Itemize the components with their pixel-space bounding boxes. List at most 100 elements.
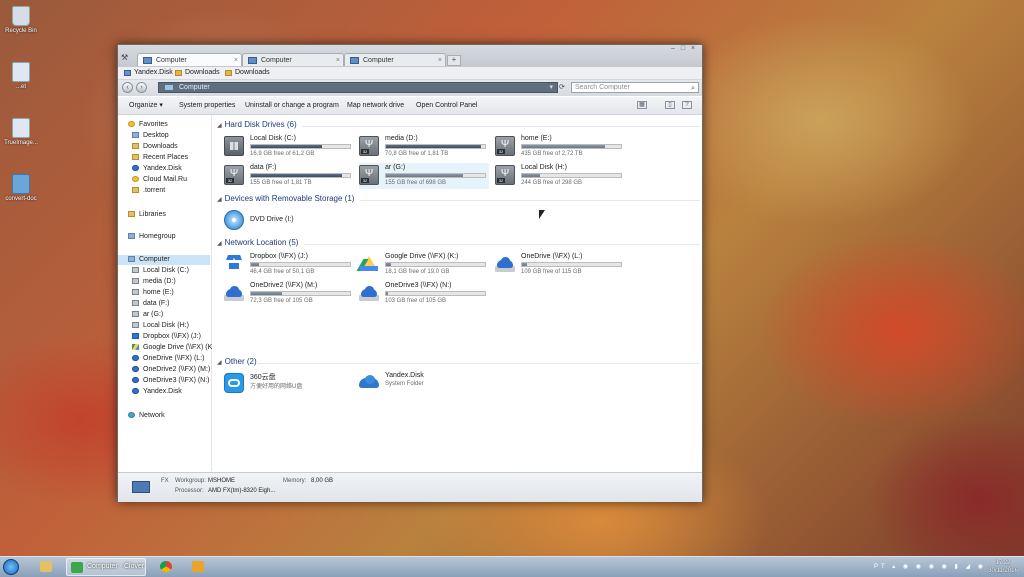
nav-torrent[interactable]: .torrent (132, 186, 165, 196)
drive-item-f[interactable]: Ψ 32 data (F:) 155 GB free of 1,81 TB (224, 163, 354, 189)
open-control-panel-button[interactable]: Open Control Panel (416, 97, 477, 114)
collapse-arrow-icon: ◢ (217, 123, 222, 129)
nav-homegroup[interactable]: Homegroup (128, 232, 176, 242)
onedrive-icon (132, 366, 139, 372)
recent-places-icon (132, 154, 139, 160)
network-item-onedrive3[interactable]: OneDrive3 (\\FX) (N:) 103 GB free of 105… (359, 281, 489, 307)
nav-drive-h[interactable]: Local Disk (H:) (132, 321, 189, 331)
clock[interactable]: 17:22 30/11/2016 (988, 559, 1018, 575)
nav-drive-d[interactable]: media (D:) (132, 277, 176, 287)
nav-desktop[interactable]: Desktop (132, 131, 169, 141)
title-bar: ⚒ Computer × Computer × Computer × + – □ × (118, 45, 702, 67)
onedrive-icon (132, 377, 139, 383)
cloud-360-icon (224, 373, 244, 393)
tab-computer-1[interactable]: Computer × (137, 53, 242, 66)
network-item-onedrive[interactable]: OneDrive (\\FX) (L:) 109 GB free of 115 … (495, 252, 625, 278)
star-icon (128, 121, 135, 127)
folder-icon (225, 70, 232, 76)
section-other[interactable]: ◢ Other (2) (217, 357, 257, 369)
computer-icon (350, 57, 359, 64)
taskbar-explorer[interactable] (36, 558, 58, 576)
favorite-yandex-disk[interactable]: Yandex.Disk (123, 67, 173, 79)
usage-bar (385, 144, 486, 149)
drive-item-h[interactable]: Ψ 32 Local Disk (H:) 244 GB free of 298 G… (495, 163, 625, 189)
help-icon[interactable]: ? (682, 101, 692, 109)
computer-icon (132, 481, 150, 493)
usage-bar (250, 291, 351, 296)
taskbar-chrome[interactable] (156, 558, 178, 576)
usage-bar (385, 173, 486, 178)
search-input[interactable]: Search Computer ⌕ (571, 82, 699, 93)
minimize-icon[interactable]: – (668, 45, 678, 52)
section-network-location[interactable]: ◢ Network Location (5) (217, 238, 298, 250)
nav-recent-places[interactable]: Recent Places (132, 153, 188, 163)
computer-icon (165, 85, 173, 90)
tab-computer-3[interactable]: Computer × (344, 53, 446, 66)
nav-downloads[interactable]: Downloads (132, 142, 178, 152)
map-network-drive-button[interactable]: Map network drive (347, 97, 404, 114)
chevron-down-icon[interactable]: ▾ (549, 83, 553, 92)
nav-yandex-disk-2[interactable]: Yandex.Disk (132, 387, 182, 397)
taskbar-computer-clover[interactable]: Computer - Clover (66, 558, 146, 576)
other-item-360-cloud[interactable]: 360云盘 方便好用的网络U盘 (224, 371, 354, 397)
nav-yandex-disk[interactable]: Yandex.Disk (132, 164, 182, 174)
back-button[interactable]: ‹ (122, 82, 133, 93)
maximize-icon[interactable]: □ (678, 45, 688, 52)
organize-button[interactable]: Organize ▾ (129, 97, 163, 114)
dvd-drive-icon (224, 210, 244, 230)
nav-onedrive[interactable]: OneDrive (\\FX) (L:) (132, 354, 204, 364)
nav-drive-f[interactable]: data (F:) (132, 299, 169, 309)
search-icon[interactable]: ⌕ (691, 84, 695, 93)
nav-onedrive2[interactable]: OneDrive2 (\\FX) (M:) (132, 365, 210, 375)
command-bar: Organize ▾ System properties Uninstall o… (118, 97, 702, 115)
desktop-icon-folder[interactable]: convert-doc (4, 174, 38, 202)
start-button[interactable] (3, 559, 19, 575)
desktop-icon-file[interactable]: ...et (4, 62, 38, 90)
nav-dropbox[interactable]: Dropbox (\\FX) (J:) (132, 332, 201, 342)
section-removable-storage[interactable]: ◢ Devices with Removable Storage (1) (217, 194, 354, 206)
drive-item-g[interactable]: Ψ 32 ar (G:) 155 GB free of 698 GB (359, 163, 489, 189)
usb-drive-icon: Ψ 32 (224, 165, 244, 185)
nav-cloud-mail[interactable]: Cloud Mail.Ru (132, 175, 187, 185)
system-properties-button[interactable]: System properties (179, 97, 235, 114)
preview-pane-icon[interactable]: ▯ (665, 101, 675, 109)
drive-icon (132, 311, 139, 317)
close-tab-icon[interactable]: × (438, 54, 442, 67)
drive-icon (132, 300, 139, 306)
new-tab-button[interactable]: + (447, 55, 461, 66)
nav-google-drive[interactable]: Google Drive (\\FX) (K:) (132, 343, 217, 353)
nav-onedrive3[interactable]: OneDrive3 (\\FX) (N:) (132, 376, 210, 386)
nav-network[interactable]: Network (128, 411, 165, 421)
network-item-dropbox[interactable]: Dropbox (\\FX) (J:) 46,4 GB free of 50,1… (224, 252, 354, 278)
drive-item-e[interactable]: Ψ 32 home (E:) 435 GB free of 2,72 TB (495, 134, 625, 160)
favorite-downloads-2[interactable]: Downloads (224, 67, 270, 79)
nav-libraries[interactable]: Libraries (128, 210, 166, 220)
network-item-google-drive[interactable]: Google Drive (\\FX) (K:) 18,1 GB free of… (356, 252, 489, 278)
desktop-icon-recycle-bin[interactable]: Recycle Bin (4, 6, 38, 34)
nav-favorites[interactable]: Favorites (128, 120, 168, 130)
close-tab-icon[interactable]: × (234, 54, 238, 67)
taskbar-media[interactable] (188, 558, 210, 576)
address-field[interactable]: Computer ▾ (158, 82, 558, 93)
close-tab-icon[interactable]: × (336, 54, 340, 67)
tab-computer-2[interactable]: Computer × (242, 53, 344, 66)
drive-item-c[interactable]: Local Disk (C:) 16,9 GB free of 61,2 GB (224, 134, 354, 160)
favorite-downloads-1[interactable]: Downloads (174, 67, 220, 79)
uninstall-program-button[interactable]: Uninstall or change a program (245, 97, 339, 114)
onedrive-icon (224, 283, 244, 303)
desktop-icon-trueimage[interactable]: TrueImage... (4, 118, 38, 146)
close-icon[interactable]: × (688, 45, 698, 52)
forward-button[interactable]: › (136, 82, 147, 93)
dvd-drive-item[interactable]: DVD Drive (I:) (224, 208, 354, 234)
drive-item-d[interactable]: Ψ 32 media (D:) 70,8 GB free of 1,81 TB (359, 134, 489, 160)
nav-drive-g[interactable]: ar (G:) (132, 310, 163, 320)
nav-drive-c[interactable]: Local Disk (C:) (132, 266, 189, 276)
view-options-icon[interactable]: ▦ (637, 101, 647, 109)
refresh-icon[interactable]: ⟳ (559, 83, 565, 91)
section-hard-disk-drives[interactable]: ◢ Hard Disk Drives (6) (217, 120, 297, 132)
network-item-onedrive2[interactable]: OneDrive2 (\\FX) (M:) 72,3 GB free of 10… (224, 281, 354, 307)
tools-icon[interactable]: ⚒ (121, 53, 131, 62)
nav-computer[interactable]: Computer (118, 255, 210, 265)
other-item-yandex-disk[interactable]: Yandex.Disk System Folder (359, 371, 489, 397)
nav-drive-e[interactable]: home (E:) (132, 288, 174, 298)
